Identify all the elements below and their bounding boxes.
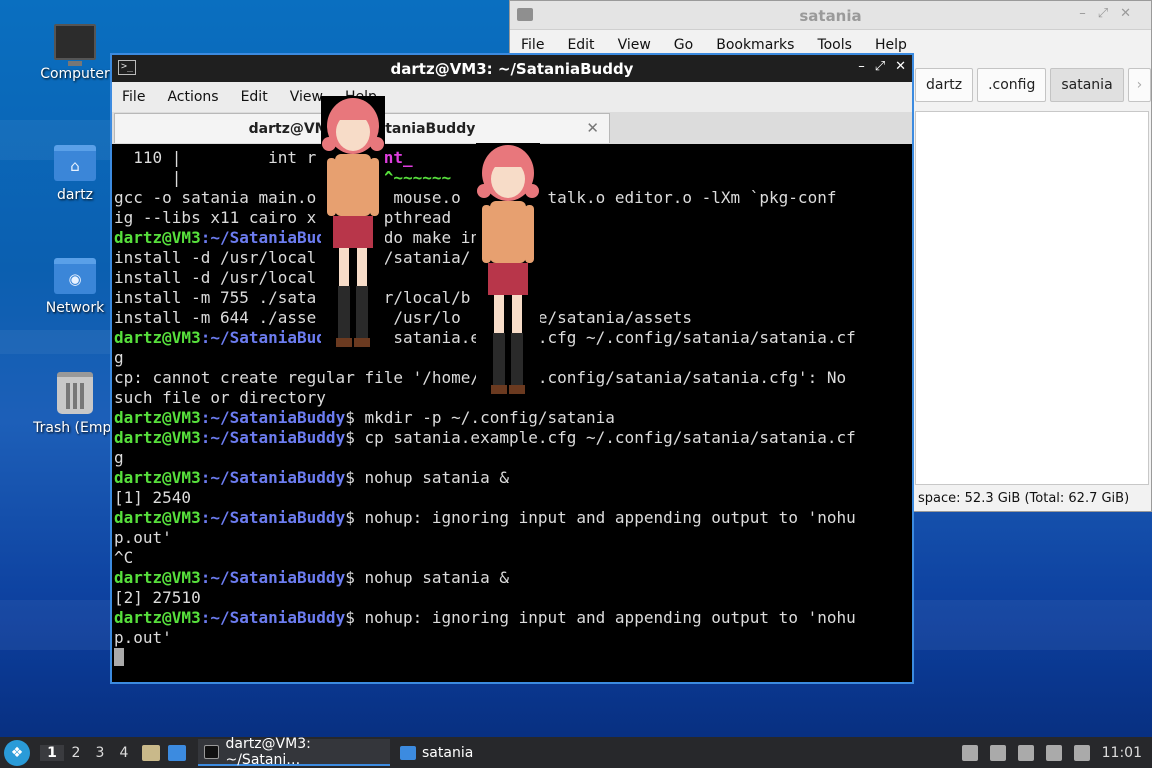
window-controls[interactable]: –⤢✕ (1079, 6, 1143, 21)
menu-view[interactable]: View (618, 37, 651, 53)
prompt-user: dartz@VM3 (114, 568, 201, 587)
menu-tools[interactable]: Tools (817, 37, 852, 53)
chevron-right-icon[interactable]: › (1127, 68, 1152, 102)
command-text: $ nohup: ignoring input and appending ou… (345, 608, 856, 627)
prompt-user: dartz@VM3 (114, 508, 201, 527)
command-text: $ nohup: ignoring input and appending ou… (345, 508, 856, 527)
satania-sprite[interactable] (476, 143, 540, 398)
display-icon[interactable] (1073, 744, 1090, 761)
menu-help[interactable]: Help (875, 37, 907, 53)
prompt-user: dartz@VM3 (114, 228, 201, 247)
clock[interactable]: 11:01 (1102, 745, 1142, 761)
task-terminal[interactable]: dartz@VM3: ~/Satani… (198, 735, 390, 768)
terminal-line (114, 648, 910, 668)
prompt-path: :~/SataniaBuddy (200, 408, 346, 427)
terminal-icon (204, 744, 220, 759)
terminal-line: p.out' (114, 528, 172, 547)
home-folder-icon: ⌂ (54, 145, 96, 181)
minimize-button[interactable]: – (858, 59, 865, 74)
terminal-line: p.out' (114, 628, 172, 647)
satania-sprite[interactable] (321, 96, 385, 351)
terminal-line: ^C (114, 548, 134, 567)
terminal-line: dartz@VM3:~/SataniaBuddy$ nohup: ignorin… (114, 608, 910, 628)
menu-file[interactable]: File (521, 37, 544, 53)
workspace-2[interactable]: 2 (64, 745, 88, 761)
terminal-titlebar[interactable]: >_ dartz@VM3: ~/SataniaBuddy – ⤢ ✕ (112, 55, 912, 82)
window-title: dartz@VM3: ~/SataniaBuddy (390, 60, 634, 78)
close-button[interactable]: ✕ (895, 59, 906, 74)
text-cursor (114, 648, 124, 666)
terminal-line: dartz@VM3:~/SataniaBuddy$ mkdir -p ~/.co… (114, 408, 910, 428)
task-label: satania (422, 744, 474, 761)
menu-view[interactable]: View (290, 89, 323, 105)
folder-icon (400, 745, 416, 760)
prompt-user: dartz@VM3 (114, 428, 201, 447)
prompt-path: :~/SataniaBuddy (200, 428, 346, 447)
close-tab-icon[interactable]: ✕ (586, 119, 599, 137)
workspace-4[interactable]: 4 (112, 745, 136, 761)
network-icon[interactable] (1045, 744, 1062, 761)
eject-icon[interactable] (961, 744, 978, 761)
prompt-path: :~/SataniaBuddy (200, 608, 346, 627)
task-label: dartz@VM3: ~/Satani… (225, 735, 311, 768)
workspace-switcher: 1 2 3 4 (40, 744, 136, 761)
terminal-line: [1] 2540 (114, 488, 192, 507)
terminal-line: [2] 27510 (114, 588, 201, 607)
command-text: $ cp satania.example.cfg ~/.config/satan… (345, 328, 856, 347)
prompt-path: :~/SataniaBuddy (200, 508, 346, 527)
window-title: satania (799, 7, 862, 25)
network-folder-icon: ◉ (54, 258, 96, 294)
trash-icon (57, 372, 93, 414)
error-highlight: ^~~~~~~ (383, 168, 452, 187)
start-menu-icon[interactable]: ❖ (4, 739, 30, 766)
prompt-user: dartz@VM3 (114, 608, 201, 627)
prompt-user: dartz@VM3 (114, 468, 201, 487)
file-manager-titlebar[interactable]: satania –⤢✕ (510, 1, 1151, 30)
computer-icon (54, 24, 96, 66)
taskbar: ❖ 1 2 3 4 dartz@VM3: ~/Satani… satania 1… (0, 735, 1152, 768)
breadcrumb-satania[interactable]: satania (1050, 68, 1124, 102)
menu-go[interactable]: Go (674, 37, 693, 53)
clipboard-icon[interactable] (1017, 744, 1034, 761)
terminal-line: dartz@VM3:~/SataniaBuddy$ nohup satania … (114, 568, 910, 588)
command-text: $ nohup satania & (345, 568, 509, 587)
status-bar: space: 52.3 GiB (Total: 62.7 GiB) (918, 491, 1130, 506)
command-text: $ cp satania.example.cfg ~/.config/satan… (345, 428, 856, 447)
menu-actions[interactable]: Actions (167, 89, 218, 105)
breadcrumb-dartz[interactable]: dartz (915, 68, 974, 102)
prompt-user: dartz@VM3 (114, 408, 201, 427)
breadcrumb: dartz .config satania › (915, 68, 1152, 102)
menu-bookmarks[interactable]: Bookmarks (716, 37, 794, 53)
prompt-path: :~/SataniaBuddy (200, 468, 346, 487)
prompt-user: dartz@VM3 (114, 328, 201, 347)
maximize-button[interactable]: ⤢ (875, 59, 885, 74)
quick-launch (142, 744, 186, 761)
terminal-tabbar: dartz@VM3: ~/SataniaBuddy ✕ (112, 112, 912, 144)
file-manager-launcher-icon[interactable] (142, 744, 160, 761)
menu-edit[interactable]: Edit (241, 89, 268, 105)
file-list-pane[interactable] (915, 111, 1149, 485)
prompt-path: :~/SataniaBuddy (200, 568, 346, 587)
terminal-line: dartz@VM3:~/SataniaBuddy$ nohup: ignorin… (114, 508, 910, 528)
volume-icon[interactable] (989, 744, 1006, 761)
menu-file[interactable]: File (122, 89, 145, 105)
workspace-3[interactable]: 3 (88, 745, 112, 761)
terminal-line: dartz@VM3:~/SataniaBuddy$ nohup satania … (114, 468, 910, 488)
breadcrumb-config[interactable]: .config (977, 68, 1047, 102)
terminal-line: dartz@VM3:~/SataniaBuddy$ cp satania.exa… (114, 428, 910, 448)
task-file-manager[interactable]: satania (394, 739, 479, 766)
system-tray: 11:01 (961, 744, 1152, 761)
workspace-1[interactable]: 1 (40, 744, 64, 761)
menu-edit[interactable]: Edit (567, 37, 594, 53)
terminal-line: g (114, 448, 124, 467)
show-desktop-icon[interactable] (168, 744, 186, 761)
command-text: $ mkdir -p ~/.config/satania (345, 408, 615, 427)
command-text: $ nohup satania & (345, 468, 509, 487)
output-text: 110 | int r = (114, 148, 346, 167)
terminal-menubar: File Actions Edit View Help (112, 82, 912, 112)
